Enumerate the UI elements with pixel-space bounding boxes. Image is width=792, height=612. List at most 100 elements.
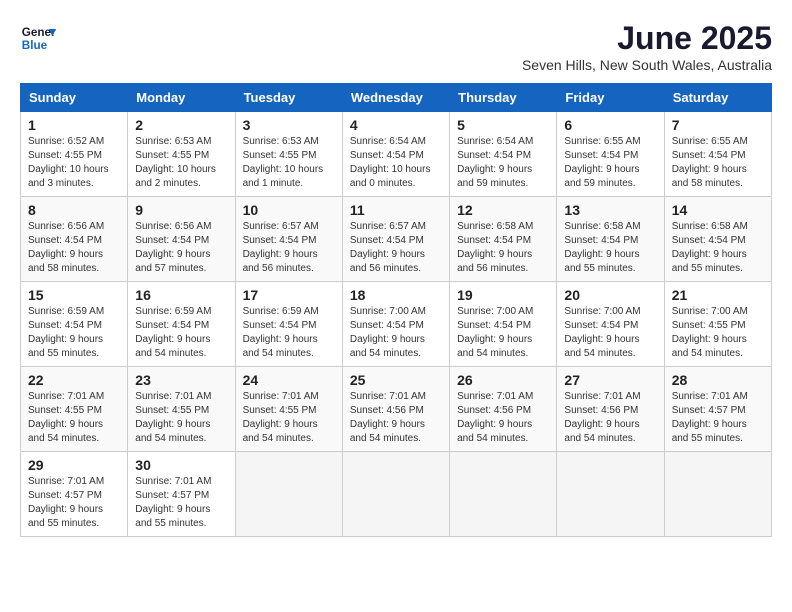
day-info: Sunrise: 7:01 AM Sunset: 4:56 PM Dayligh…	[350, 390, 442, 446]
calendar-cell: 11 Sunrise: 6:57 AM Sunset: 4:54 PM Dayli…	[342, 197, 449, 282]
day-number: 1	[28, 117, 120, 133]
day-info: Sunrise: 6:56 AM Sunset: 4:54 PM Dayligh…	[28, 220, 120, 276]
weekday-header-wednesday: Wednesday	[342, 84, 449, 112]
day-info: Sunrise: 6:58 AM Sunset: 4:54 PM Dayligh…	[672, 220, 764, 276]
day-number: 27	[564, 372, 656, 388]
calendar-week-row: 22 Sunrise: 7:01 AM Sunset: 4:55 PM Dayli…	[21, 367, 772, 452]
calendar-cell: 26 Sunrise: 7:01 AM Sunset: 4:56 PM Dayli…	[450, 367, 557, 452]
calendar-cell: 21 Sunrise: 7:00 AM Sunset: 4:55 PM Dayli…	[664, 282, 771, 367]
calendar-cell	[664, 452, 771, 537]
svg-text:Blue: Blue	[22, 39, 48, 52]
day-number: 9	[135, 202, 227, 218]
calendar-cell: 13Sunrise: 6:58 AM Sunset: 4:54 PM Dayli…	[557, 197, 664, 282]
day-number: 23	[135, 372, 227, 388]
day-number: 21	[672, 287, 764, 303]
calendar-cell: 30 Sunrise: 7:01 AM Sunset: 4:57 PM Dayli…	[128, 452, 235, 537]
day-info: Sunrise: 7:01 AM Sunset: 4:55 PM Dayligh…	[243, 390, 335, 446]
calendar-cell: 23 Sunrise: 7:01 AM Sunset: 4:55 PM Dayli…	[128, 367, 235, 452]
calendar-cell: 24 Sunrise: 7:01 AM Sunset: 4:55 PM Dayli…	[235, 367, 342, 452]
calendar-week-row: 15Sunrise: 6:59 AM Sunset: 4:54 PM Dayli…	[21, 282, 772, 367]
page-header: General Blue June 2025 Seven Hills, New …	[20, 20, 772, 73]
calendar-cell: 6 Sunrise: 6:55 AM Sunset: 4:54 PM Daylig…	[557, 112, 664, 197]
calendar-cell: 15Sunrise: 6:59 AM Sunset: 4:54 PM Dayli…	[21, 282, 128, 367]
calendar-table: SundayMondayTuesdayWednesdayThursdayFrid…	[20, 83, 772, 537]
day-number: 19	[457, 287, 549, 303]
day-number: 26	[457, 372, 549, 388]
day-info: Sunrise: 7:01 AM Sunset: 4:55 PM Dayligh…	[28, 390, 120, 446]
calendar-cell: 1 Sunrise: 6:52 AM Sunset: 4:55 PM Daylig…	[21, 112, 128, 197]
day-number: 28	[672, 372, 764, 388]
day-info: Sunrise: 6:59 AM Sunset: 4:54 PM Dayligh…	[243, 305, 335, 361]
calendar-cell: 20 Sunrise: 7:00 AM Sunset: 4:54 PM Dayli…	[557, 282, 664, 367]
calendar-cell: 2 Sunrise: 6:53 AM Sunset: 4:55 PM Daylig…	[128, 112, 235, 197]
day-number: 5	[457, 117, 549, 133]
calendar-cell: 9Sunrise: 6:56 AM Sunset: 4:54 PM Daylig…	[128, 197, 235, 282]
day-number: 10	[243, 202, 335, 218]
calendar-cell: 4 Sunrise: 6:54 AM Sunset: 4:54 PM Daylig…	[342, 112, 449, 197]
day-info: Sunrise: 7:01 AM Sunset: 4:57 PM Dayligh…	[135, 475, 227, 531]
calendar-cell: 19 Sunrise: 7:00 AM Sunset: 4:54 PM Dayli…	[450, 282, 557, 367]
day-info: Sunrise: 6:52 AM Sunset: 4:55 PM Dayligh…	[28, 135, 120, 191]
day-info: Sunrise: 7:01 AM Sunset: 4:57 PM Dayligh…	[28, 475, 120, 531]
day-info: Sunrise: 6:54 AM Sunset: 4:54 PM Dayligh…	[457, 135, 549, 191]
calendar-cell: 25 Sunrise: 7:01 AM Sunset: 4:56 PM Dayli…	[342, 367, 449, 452]
logo: General Blue	[20, 20, 56, 56]
day-number: 16	[135, 287, 227, 303]
title-block: June 2025 Seven Hills, New South Wales, …	[522, 20, 772, 73]
day-number: 12	[457, 202, 549, 218]
day-info: Sunrise: 6:58 AM Sunset: 4:54 PM Dayligh…	[564, 220, 656, 276]
day-info: Sunrise: 6:57 AM Sunset: 4:54 PM Dayligh…	[243, 220, 335, 276]
day-number: 7	[672, 117, 764, 133]
day-info: Sunrise: 7:00 AM Sunset: 4:54 PM Dayligh…	[564, 305, 656, 361]
day-info: Sunrise: 6:53 AM Sunset: 4:55 PM Dayligh…	[135, 135, 227, 191]
day-number: 24	[243, 372, 335, 388]
day-info: Sunrise: 7:01 AM Sunset: 4:56 PM Dayligh…	[457, 390, 549, 446]
calendar-header-row: SundayMondayTuesdayWednesdayThursdayFrid…	[21, 84, 772, 112]
calendar-cell: 28 Sunrise: 7:01 AM Sunset: 4:57 PM Dayli…	[664, 367, 771, 452]
day-info: Sunrise: 6:54 AM Sunset: 4:54 PM Dayligh…	[350, 135, 442, 191]
calendar-cell	[235, 452, 342, 537]
day-number: 4	[350, 117, 442, 133]
day-number: 2	[135, 117, 227, 133]
weekday-header-thursday: Thursday	[450, 84, 557, 112]
calendar-week-row: 1 Sunrise: 6:52 AM Sunset: 4:55 PM Daylig…	[21, 112, 772, 197]
day-info: Sunrise: 6:55 AM Sunset: 4:54 PM Dayligh…	[672, 135, 764, 191]
calendar-cell: 7 Sunrise: 6:55 AM Sunset: 4:54 PM Daylig…	[664, 112, 771, 197]
calendar-cell: 3 Sunrise: 6:53 AM Sunset: 4:55 PM Daylig…	[235, 112, 342, 197]
day-info: Sunrise: 6:58 AM Sunset: 4:54 PM Dayligh…	[457, 220, 549, 276]
calendar-cell: 16Sunrise: 6:59 AM Sunset: 4:54 PM Dayli…	[128, 282, 235, 367]
weekday-header-tuesday: Tuesday	[235, 84, 342, 112]
location-title: Seven Hills, New South Wales, Australia	[522, 57, 772, 73]
month-title: June 2025	[522, 20, 772, 57]
day-info: Sunrise: 6:59 AM Sunset: 4:54 PM Dayligh…	[28, 305, 120, 361]
day-number: 6	[564, 117, 656, 133]
calendar-cell: 5 Sunrise: 6:54 AM Sunset: 4:54 PM Daylig…	[450, 112, 557, 197]
day-info: Sunrise: 7:01 AM Sunset: 4:55 PM Dayligh…	[135, 390, 227, 446]
day-number: 22	[28, 372, 120, 388]
day-info: Sunrise: 7:01 AM Sunset: 4:57 PM Dayligh…	[672, 390, 764, 446]
weekday-header-monday: Monday	[128, 84, 235, 112]
day-number: 30	[135, 457, 227, 473]
day-number: 20	[564, 287, 656, 303]
day-number: 11	[350, 202, 442, 218]
day-number: 3	[243, 117, 335, 133]
calendar-week-row: 29 Sunrise: 7:01 AM Sunset: 4:57 PM Dayli…	[21, 452, 772, 537]
calendar-cell	[342, 452, 449, 537]
day-info: Sunrise: 6:55 AM Sunset: 4:54 PM Dayligh…	[564, 135, 656, 191]
day-info: Sunrise: 7:00 AM Sunset: 4:54 PM Dayligh…	[457, 305, 549, 361]
calendar-cell: 29 Sunrise: 7:01 AM Sunset: 4:57 PM Dayli…	[21, 452, 128, 537]
logo-icon: General Blue	[20, 20, 56, 56]
calendar-cell: 27Sunrise: 7:01 AM Sunset: 4:56 PM Dayli…	[557, 367, 664, 452]
day-number: 8	[28, 202, 120, 218]
day-number: 17	[243, 287, 335, 303]
calendar-cell: 22 Sunrise: 7:01 AM Sunset: 4:55 PM Dayli…	[21, 367, 128, 452]
day-info: Sunrise: 6:57 AM Sunset: 4:54 PM Dayligh…	[350, 220, 442, 276]
day-number: 29	[28, 457, 120, 473]
day-info: Sunrise: 7:00 AM Sunset: 4:55 PM Dayligh…	[672, 305, 764, 361]
weekday-header-saturday: Saturday	[664, 84, 771, 112]
day-number: 25	[350, 372, 442, 388]
day-info: Sunrise: 7:00 AM Sunset: 4:54 PM Dayligh…	[350, 305, 442, 361]
calendar-cell	[557, 452, 664, 537]
calendar-cell: 8 Sunrise: 6:56 AM Sunset: 4:54 PM Daylig…	[21, 197, 128, 282]
day-info: Sunrise: 6:53 AM Sunset: 4:55 PM Dayligh…	[243, 135, 335, 191]
